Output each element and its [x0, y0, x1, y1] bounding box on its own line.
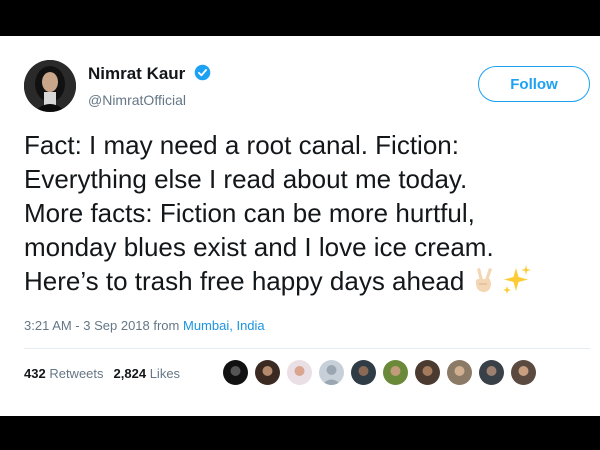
tweet-text: Fact: I may need a root canal. Fiction: …: [24, 128, 594, 302]
tweet-stats: 432 Retweets 2,824 Likes: [24, 366, 180, 381]
author-handle[interactable]: @NimratOfficial: [88, 92, 186, 108]
liker-avatar[interactable]: [350, 359, 377, 386]
tweet-card: Nimrat Kaur @NimratOfficial Follow Fact:…: [0, 36, 600, 416]
liker-avatar[interactable]: [414, 359, 441, 386]
liker-avatar[interactable]: [382, 359, 409, 386]
liker-avatar[interactable]: [446, 359, 473, 386]
tweet-text-line-last: Here’s to trash free happy days ahead: [24, 264, 594, 302]
divider: [24, 348, 590, 349]
liker-avatar[interactable]: [510, 359, 537, 386]
author-avatar[interactable]: [24, 60, 76, 112]
follow-button[interactable]: Follow: [478, 66, 590, 102]
liker-avatar[interactable]: [254, 359, 281, 386]
likes-stat[interactable]: 2,824 Likes: [114, 366, 181, 381]
likers-avatars: [222, 359, 537, 387]
tweet-text-line: Everything else I read about me today.: [24, 164, 468, 194]
tweet-text-line: monday blues exist and I love ice cream.: [24, 232, 494, 262]
tweet-text-line: Fact: I may need a root canal. Fiction:: [24, 130, 459, 160]
sparkles-emoji: [502, 264, 532, 302]
tweet-timestamp[interactable]: 3:21 AM - 3 Sep 2018 from: [24, 318, 179, 333]
tweet-text-line: More facts: Fiction can be more hurtful,: [24, 198, 475, 228]
liker-avatar[interactable]: [478, 359, 505, 386]
liker-avatar[interactable]: [286, 359, 313, 386]
author-name[interactable]: Nimrat Kaur: [88, 64, 211, 86]
liker-avatar[interactable]: [318, 359, 345, 386]
tweet-location-link[interactable]: Mumbai, India: [183, 318, 265, 333]
victory-hand-emoji: [470, 266, 496, 302]
verified-badge-icon: [194, 64, 211, 86]
retweets-stat[interactable]: 432 Retweets: [24, 366, 104, 381]
liker-avatar[interactable]: [222, 359, 249, 386]
tweet-meta: 3:21 AM - 3 Sep 2018 from Mumbai, India: [24, 318, 265, 333]
